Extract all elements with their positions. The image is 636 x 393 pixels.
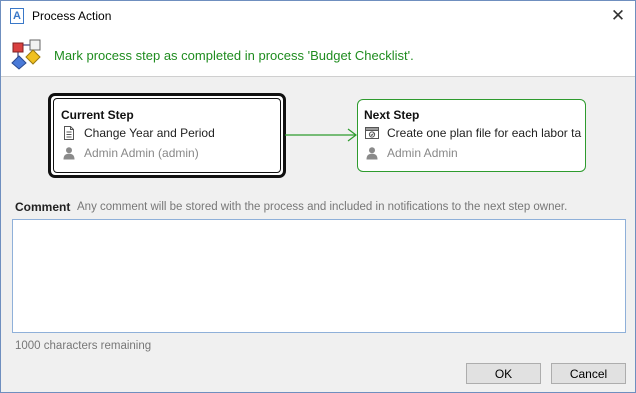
comment-label: Comment — [15, 200, 71, 214]
document-icon — [64, 126, 74, 140]
app-icon: A — [10, 8, 24, 24]
close-button[interactable]: ✕ — [601, 1, 635, 31]
title-bar: A Process Action ✕ — [1, 1, 635, 31]
user-icon — [366, 147, 378, 160]
current-step-name-row: Change Year and Period — [62, 126, 215, 140]
next-step-owner: Admin Admin — [387, 146, 458, 160]
process-action-dialog: A Process Action ✕ Mark process step as … — [0, 0, 636, 393]
characters-remaining: 1000 characters remaining — [15, 340, 152, 352]
next-step-box: Next Step Create one plan file for each … — [357, 99, 586, 172]
comment-hint: Any comment will be stored with the proc… — [77, 201, 568, 213]
next-step-name-row: Create one plan file for each labor ta — [365, 126, 581, 140]
plan-file-icon — [365, 127, 379, 139]
cancel-button[interactable]: Cancel — [551, 363, 626, 384]
current-step-title: Current Step — [61, 108, 134, 122]
header-band: Mark process step as completed in proces… — [1, 31, 635, 77]
next-step-owner-row: Admin Admin — [365, 146, 458, 160]
current-step-owner-row: Admin Admin (admin) — [62, 146, 199, 160]
current-step-name: Change Year and Period — [84, 126, 215, 140]
comment-textarea[interactable] — [12, 219, 626, 333]
next-step-title: Next Step — [364, 108, 420, 122]
ok-button[interactable]: OK — [466, 363, 541, 384]
current-step-box: Current Step Change Year and Period Admi… — [49, 94, 285, 177]
user-icon — [63, 147, 75, 160]
current-step-owner: Admin Admin (admin) — [84, 146, 199, 160]
step-transition-arrow — [285, 128, 357, 142]
next-step-name: Create one plan file for each labor ta — [387, 126, 582, 140]
process-flow-icon — [11, 39, 41, 70]
window-title: Process Action — [32, 9, 112, 23]
header-message: Mark process step as completed in proces… — [54, 48, 414, 63]
